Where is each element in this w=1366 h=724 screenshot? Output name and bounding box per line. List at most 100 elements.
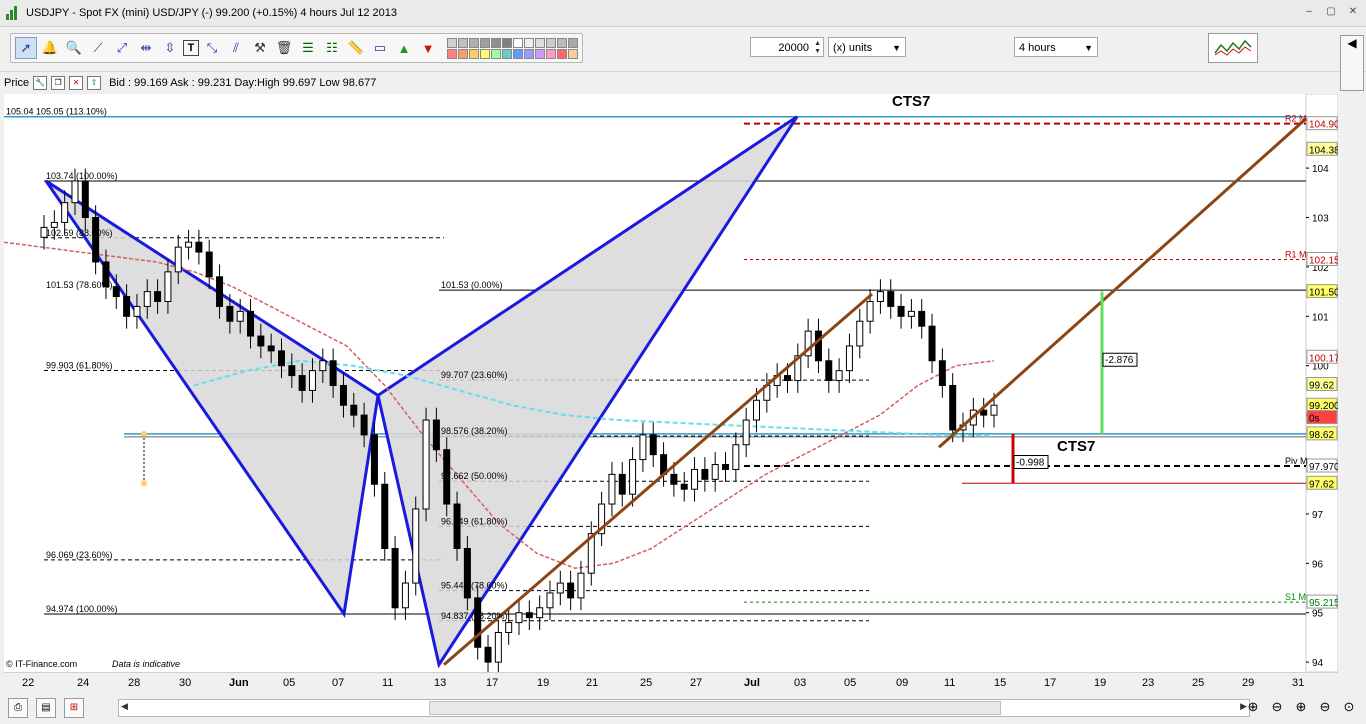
zoom-out-y-icon[interactable]: ⊖	[1316, 698, 1334, 716]
candle-body	[174, 246, 182, 273]
candle-body	[639, 434, 647, 461]
candle-body	[783, 375, 791, 382]
minimize-button[interactable]: –	[1302, 5, 1316, 19]
quantity-spinner-icon[interactable]: ▲ ▼	[814, 40, 821, 56]
maximize-panel-icon[interactable]: ⇧	[87, 76, 102, 90]
parallel-lines-icon[interactable]: ⫽	[225, 37, 247, 59]
copyright-label: © IT-Finance.com	[6, 659, 77, 669]
gann-icon[interactable]: ⚒	[249, 37, 271, 59]
alert-bell-icon[interactable]: 🔔	[39, 37, 61, 59]
candle-body	[649, 434, 657, 456]
select-tool-icon[interactable]: ➚	[15, 37, 37, 59]
properties-icon[interactable]: ▤	[36, 698, 56, 718]
color-swatch[interactable]	[546, 37, 556, 48]
x-axis-label: 28	[128, 677, 140, 689]
y-axis-label: 95	[1312, 609, 1324, 620]
ray-icon[interactable]: ⤢	[111, 37, 133, 59]
color-swatch[interactable]	[469, 48, 479, 59]
sell-arrow-icon[interactable]: ▼	[417, 37, 439, 59]
scroll-left-icon[interactable]: ◀	[121, 701, 128, 712]
x-axis-label: 29	[1242, 677, 1254, 689]
candle-body	[81, 180, 89, 219]
y-axis-label: 101	[1312, 312, 1329, 323]
fib-mid-label: 96.749 (61.80%)	[441, 516, 508, 526]
indicator-chart-button[interactable]	[1208, 33, 1258, 63]
chevron-down-icon: ▼	[1084, 43, 1093, 53]
buy-arrow-icon[interactable]: ▲	[393, 37, 415, 59]
candle-body	[990, 404, 998, 416]
fibonacci-icon[interactable]: ☰	[297, 37, 319, 59]
color-swatch[interactable]	[447, 37, 457, 48]
candle-body	[329, 360, 337, 386]
color-swatch[interactable]	[524, 37, 534, 48]
wrench-icon[interactable]: 🔧	[33, 76, 48, 90]
price-chart[interactable]: CTS7 CTS7 -2.876 -0.998 105.04 105.05 (113.1…	[4, 94, 1338, 672]
color-swatch[interactable]	[557, 48, 567, 59]
zoom-reset-icon[interactable]: ⊙	[1340, 698, 1358, 716]
color-swatch[interactable]	[447, 48, 457, 59]
candle-body	[288, 365, 296, 377]
color-swatch[interactable]	[458, 48, 468, 59]
horizontal-line-icon[interactable]: ⇹	[135, 37, 157, 59]
color-swatch[interactable]	[480, 48, 490, 59]
candle-body	[164, 271, 172, 302]
candle-body	[154, 291, 162, 302]
zoom-in-x-icon[interactable]: ⊕	[1244, 698, 1262, 716]
candle-body	[391, 547, 399, 609]
scroll-thumb[interactable]	[429, 701, 1001, 715]
zoom-tool-icon[interactable]: 🔍	[63, 37, 85, 59]
vertical-line-icon[interactable]: ⇳	[159, 37, 181, 59]
indicator-icon[interactable]: ⊞	[64, 698, 84, 718]
candle-body	[928, 325, 936, 362]
color-swatch[interactable]	[568, 37, 578, 48]
zoom-in-y-icon[interactable]: ⊕	[1292, 698, 1310, 716]
color-swatch[interactable]	[502, 48, 512, 59]
channel-icon[interactable]: ⤡	[201, 37, 223, 59]
color-swatch[interactable]	[458, 37, 468, 48]
color-swatch[interactable]	[491, 48, 501, 59]
candle-body	[143, 291, 151, 307]
units-select[interactable]: (x) units ▼	[828, 37, 906, 57]
fib-left-label: 105.04 105.05 (113.10%)	[6, 107, 107, 117]
copy-icon[interactable]: ❐	[51, 76, 66, 90]
chart-canvas[interactable]: CTS7 CTS7 -2.876 -0.998 105.04 105.05 (113.1…	[4, 94, 1338, 672]
fib-fan-icon[interactable]: ☷	[321, 37, 343, 59]
color-swatch[interactable]	[480, 37, 490, 48]
color-swatch[interactable]	[546, 48, 556, 59]
x-axis-label: 25	[640, 677, 652, 689]
color-swatch[interactable]	[557, 37, 567, 48]
maximize-button[interactable]: ▢	[1324, 5, 1338, 19]
horizontal-scrollbar[interactable]: ◀ ▶	[118, 699, 1250, 717]
color-swatch[interactable]	[502, 37, 512, 48]
color-swatch[interactable]	[469, 37, 479, 48]
color-swatch[interactable]	[568, 48, 578, 59]
color-swatches[interactable]	[447, 37, 578, 59]
color-swatch[interactable]	[524, 48, 534, 59]
quantity-input[interactable]: 20000 ▲ ▼	[750, 37, 824, 57]
y-axis-label: 97	[1312, 510, 1324, 521]
candle-body	[360, 414, 368, 436]
cts-label-top: CTS7	[892, 94, 930, 110]
close-button[interactable]: ✕	[1346, 5, 1360, 19]
delete-icon[interactable]: 🗑	[273, 37, 295, 59]
fib-mid-label: 97.662 (50.00%)	[441, 471, 508, 481]
chevron-left-icon: ◀	[1347, 36, 1357, 50]
color-swatch[interactable]	[535, 48, 545, 59]
color-swatch[interactable]	[535, 37, 545, 48]
text-tool-icon[interactable]: T	[183, 40, 199, 56]
candle-body	[691, 468, 699, 490]
timeframe-select[interactable]: 4 hours ▼	[1014, 37, 1098, 57]
print-icon[interactable]: ⎙	[8, 698, 28, 718]
trendline-icon[interactable]: ⟋	[87, 37, 109, 59]
ruler-icon[interactable]: 📏	[345, 37, 367, 59]
color-swatch[interactable]	[513, 37, 523, 48]
close-panel-icon[interactable]: ✕	[69, 76, 84, 90]
chart-indicator-icon	[1214, 39, 1252, 56]
fib-left-label: 103.74 (100.00%)	[46, 171, 118, 181]
color-swatch[interactable]	[513, 48, 523, 59]
rectangle-icon[interactable]: ▭	[369, 37, 391, 59]
color-swatch[interactable]	[491, 37, 501, 48]
candle-body	[845, 345, 853, 372]
side-panel-toggle[interactable]: ◀	[1340, 35, 1364, 91]
zoom-out-x-icon[interactable]: ⊖	[1268, 698, 1286, 716]
